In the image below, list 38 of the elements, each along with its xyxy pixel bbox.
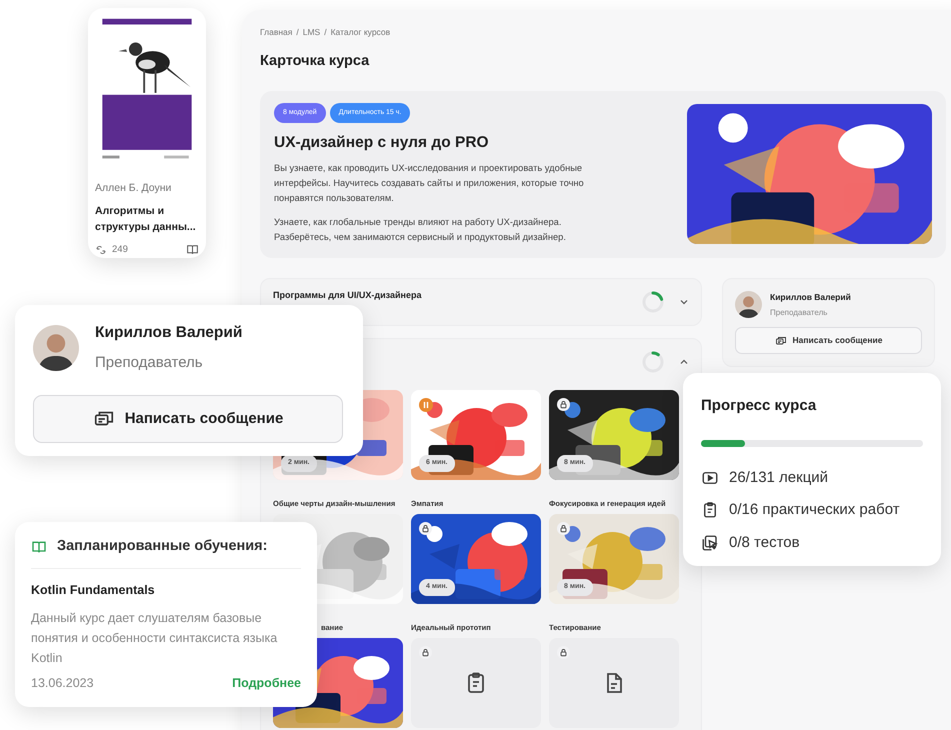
module-title[interactable]: Программы для UI/UX-дизайнера [273, 288, 422, 302]
message-icon [774, 334, 787, 347]
progress-stat: 0/16 практических работ [729, 500, 900, 520]
progress-stat: 26/131 лекций [729, 468, 828, 488]
book-icon[interactable] [186, 243, 199, 256]
teacher-name: Кириллов Валерий [95, 323, 242, 343]
avatar [735, 291, 762, 318]
course-description: Вы узнаете, как проводить UX-исследования и проектировать удобные интерфейсы. Научитесь создавать сайты и приложения, которые точно понравятся пользователям. [274, 162, 585, 206]
message-button[interactable]: Написать сообщение [33, 394, 343, 444]
progress-title: Прогресс курса [701, 396, 818, 416]
course-description: Данный курс дает слушателям базовые понятия и особенности синтаксиста языка Kotlin [31, 610, 278, 666]
page-title: Карточка курса [260, 52, 370, 71]
clipboard-icon [701, 501, 719, 520]
book-icon [31, 538, 47, 555]
course-description: Узнаете, как глобальные тренды влияют на работу UX-дизайнера. Разберётесь, чем занимаются сервисный и продуктовый дизайнер. [274, 216, 567, 244]
course-title: UX-дизайнер с нуля до PRO [274, 133, 490, 153]
message-button[interactable]: Написать сообщение [735, 327, 922, 354]
likes-count: 249 [112, 242, 128, 257]
loop-icon [95, 244, 107, 256]
breadcrumb-link[interactable]: Каталог курсов [330, 26, 390, 39]
breadcrumb-link[interactable]: LMS [302, 26, 320, 39]
teacher-role: Преподаватель [95, 353, 204, 374]
breadcrumb-separator: / [324, 26, 327, 39]
breadcrumb-separator: / [296, 26, 299, 39]
book-author: Аллен Б. Доуни [95, 181, 172, 196]
pause-icon[interactable] [419, 398, 433, 412]
avatar [33, 324, 79, 371]
progress-stat: 0/8 тестов [729, 532, 800, 552]
book-title[interactable]: Алгоритмы и структуры данны... [95, 202, 199, 235]
progress-ring [641, 290, 665, 314]
teacher-name: Кириллов Валерий [770, 290, 851, 304]
course-date: 13.06.2023 [31, 674, 94, 692]
breadcrumb-link[interactable]: Главная [260, 26, 292, 39]
course-name: Kotlin Fundamentals [31, 582, 156, 599]
cursor-icon [701, 534, 719, 552]
progress-ring [641, 350, 665, 374]
teacher-role: Преподаватель [770, 307, 828, 320]
scheduled-title: Запланированные обучения: [57, 537, 268, 556]
